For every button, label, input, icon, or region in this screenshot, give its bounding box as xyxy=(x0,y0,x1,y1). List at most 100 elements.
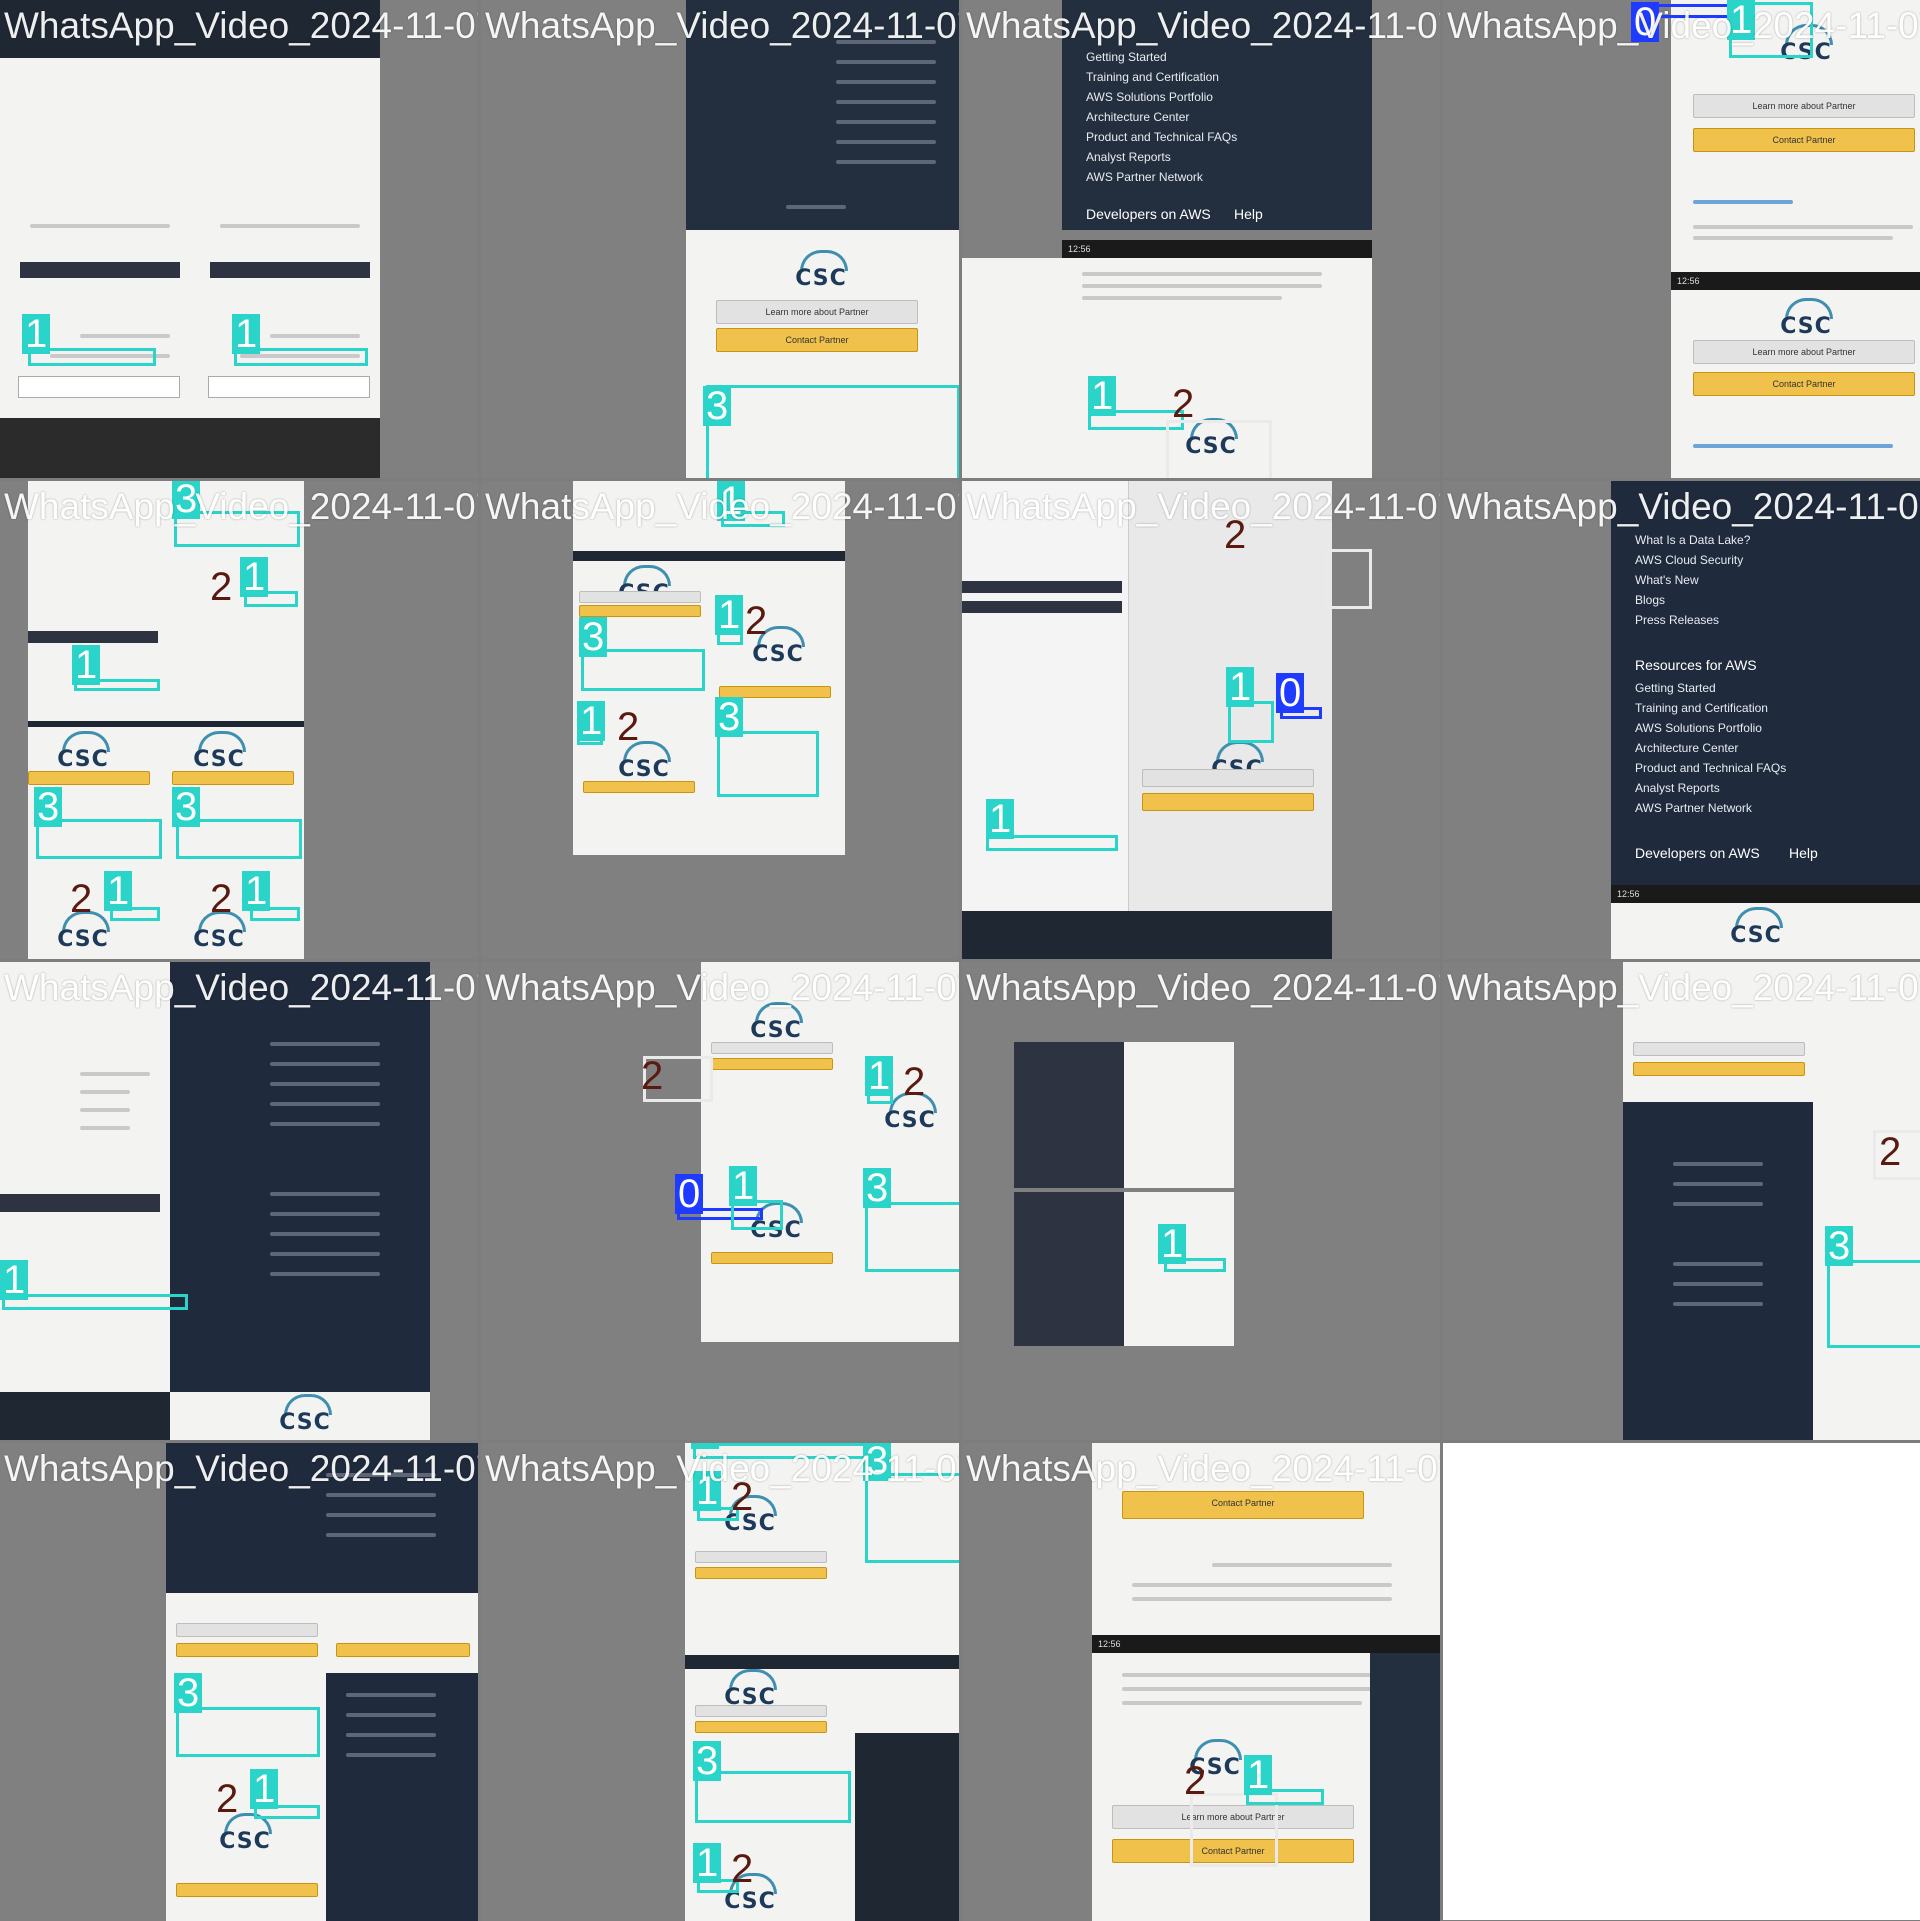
menu-developers[interactable]: Developers on AWS xyxy=(1086,206,1211,222)
partner-card-screenshot: CSC xyxy=(1611,903,1920,959)
menu-item[interactable]: Training and Certification xyxy=(1086,70,1219,84)
annotation-label-1: 1 xyxy=(1158,1224,1187,1264)
menu-item[interactable]: Training and Certification xyxy=(1635,701,1768,715)
learn-more-button[interactable] xyxy=(1633,1042,1805,1056)
thumbnail-tile-3[interactable]: WhatsApp_Video_2024-11-07_at_12.56.44_fc… xyxy=(962,0,1440,478)
contact-partner-button[interactable] xyxy=(28,771,150,785)
tile-title: WhatsApp_Video_2024-11-07_at_12.56.44_fc xyxy=(966,486,1440,527)
annotation-label-1: 1 xyxy=(693,1843,722,1883)
thumbnail-tile-9[interactable]: WhatsApp_Video_2024-11-07_at_12.56.44_fc… xyxy=(0,962,478,1440)
learn-more-button[interactable] xyxy=(695,1551,827,1563)
menu-item[interactable]: What Is a Data Lake? xyxy=(1635,533,1750,547)
thumbnail-tile-6[interactable]: WhatsApp_Video_2024-11-07_at_12.56.44_fc… xyxy=(481,481,959,959)
tile-title: WhatsApp_Video_2024-11-07_at_12.56.44_fc xyxy=(1447,486,1920,527)
contact-partner-button[interactable] xyxy=(583,781,695,793)
search-results-screenshot: CSC xyxy=(962,481,1332,959)
learn-more-button[interactable] xyxy=(176,1623,318,1637)
tile-title: WhatsApp_Video_2024-11-07_at_12.56.44_fc xyxy=(485,967,959,1008)
menu-item[interactable]: AWS Cloud Security xyxy=(1635,553,1743,567)
menu-item[interactable]: Analyst Reports xyxy=(1086,150,1171,164)
contact-partner-button[interactable] xyxy=(1142,793,1314,811)
menu-item[interactable]: Product and Technical FAQs xyxy=(1635,761,1786,775)
learn-more-button[interactable] xyxy=(711,1042,833,1054)
contact-partner-button[interactable] xyxy=(711,1058,833,1070)
contact-partner-button[interactable] xyxy=(711,1252,833,1264)
annotation-label-1: 1 xyxy=(865,1056,894,1096)
contact-partner-button[interactable]: Contact Partner xyxy=(1693,128,1915,152)
menu-item[interactable]: Blogs xyxy=(1635,593,1665,607)
contact-partner-button[interactable] xyxy=(1633,1062,1805,1076)
learn-more-button[interactable] xyxy=(695,1705,827,1717)
menu-item[interactable]: AWS Partner Network xyxy=(1086,170,1203,184)
thumbnail-tile-8[interactable]: WhatsApp_Video_2024-11-07_at_12.56.44_fc… xyxy=(1443,481,1920,959)
annotation-label-2: 2 xyxy=(617,705,640,749)
contact-partner-button[interactable] xyxy=(695,1567,827,1579)
learn-more-button[interactable] xyxy=(1142,769,1314,787)
annotation-label-1: 1 xyxy=(577,701,606,741)
menu-help[interactable]: Help xyxy=(1234,206,1263,222)
annotation-label-3: 3 xyxy=(174,1673,203,1713)
thumbnail-tile-2[interactable]: WhatsApp_Video_2024-11-07_at_12.56.44_fc… xyxy=(481,0,959,478)
status-bar: 12:56 xyxy=(1611,885,1920,903)
contact-partner-button[interactable] xyxy=(172,771,294,785)
menu-item[interactable]: AWS Partner Network xyxy=(1635,801,1752,815)
learn-more-button[interactable]: Learn more about Partner xyxy=(716,300,918,324)
csc-logo: CSC xyxy=(48,731,118,775)
annotation-label-2: 2 xyxy=(641,1054,664,1098)
annotation-box-3 xyxy=(706,385,959,478)
annotation-label-1: 1 xyxy=(986,799,1015,839)
thumbnail-tile-15[interactable]: WhatsApp_Video_2024-11-07_at_12.56.44_fc… xyxy=(962,1443,1440,1921)
tile-title: WhatsApp_Video_2024-11-07_at_12.56.44_fc xyxy=(966,1448,1440,1489)
menu-developers[interactable]: Developers on AWS xyxy=(1635,845,1760,861)
contact-partner-button[interactable] xyxy=(336,1643,470,1657)
menu-item[interactable]: Press Releases xyxy=(1635,613,1719,627)
thumbnail-tile-12[interactable]: WhatsApp_Video_2024-11-07_at_12.56.44_fc… xyxy=(1443,962,1920,1440)
contact-partner-button[interactable]: Contact Partner xyxy=(1693,372,1915,396)
learn-more-button[interactable]: Learn more about Partner xyxy=(1693,94,1915,118)
menu-item[interactable]: Getting Started xyxy=(1635,681,1716,695)
annotation-label-1: 1 xyxy=(232,314,261,354)
thumbnail-tile-1[interactable]: WhatsApp_Video_2024-11-07_at_12.56.44_fc… xyxy=(0,0,478,478)
search-results-screenshot xyxy=(0,962,170,1440)
menu-item[interactable]: AWS Solutions Portfolio xyxy=(1635,721,1762,735)
menu-item[interactable]: Product and Technical FAQs xyxy=(1086,130,1237,144)
empty-grid-cell xyxy=(1443,1443,1920,1920)
contact-partner-button[interactable] xyxy=(176,1643,318,1657)
status-bar: 12:56 xyxy=(1092,1635,1440,1653)
menu-item[interactable]: Getting Started xyxy=(1086,50,1167,64)
annotation-box-3 xyxy=(717,731,819,797)
thumbnail-tile-5[interactable]: WhatsApp_Video_2024-11-07_at_12.56.44_fc… xyxy=(0,481,478,959)
contact-partner-button[interactable] xyxy=(695,1721,827,1733)
menu-item[interactable]: Architecture Center xyxy=(1635,741,1738,755)
contact-partner-button[interactable] xyxy=(176,1883,318,1897)
thumbnail-tile-13[interactable]: WhatsApp_Video_2024-11-07_at_12.56.44_fc… xyxy=(0,1443,478,1921)
thumbnail-tile-11[interactable]: WhatsApp_Video_2024-11-07_at_12.56.44_fc… xyxy=(962,962,1440,1440)
csc-logo: CSC xyxy=(1721,907,1791,951)
thumbnail-tile-14[interactable]: WhatsApp_Video_2024-11-07_at_12.56.44_fc… xyxy=(481,1443,959,1921)
thumbnail-tile-10[interactable]: WhatsApp_Video_2024-11-07_at_12.56.44_fc… xyxy=(481,962,959,1440)
menu-heading: Resources for AWS xyxy=(1635,657,1757,673)
annotation-label-1: 1 xyxy=(1088,376,1117,416)
menu-help[interactable]: Help xyxy=(1789,845,1818,861)
annotation-label-1: 1 xyxy=(250,1769,279,1809)
thumbnail-tile-4[interactable]: WhatsApp_Video_2024-11-07_at_12.56.44_fc… xyxy=(1443,0,1920,478)
annotation-label-2: 2 xyxy=(903,1060,926,1104)
annotation-label-1: 1 xyxy=(1226,667,1255,707)
menu-item[interactable]: Architecture Center xyxy=(1086,110,1189,124)
annotation-label-1: 1 xyxy=(240,557,269,597)
annotation-label-1: 1 xyxy=(22,314,51,354)
thumbnail-tile-7[interactable]: WhatsApp_Video_2024-11-07_at_12.56.44_fc… xyxy=(962,481,1440,959)
tile-title: WhatsApp_Video_2024-11-07_at_12.56.44_fc xyxy=(1447,5,1920,46)
search-results-screenshot xyxy=(0,0,380,478)
annotation-box-2 xyxy=(1326,549,1372,609)
annotation-label-0: 0 xyxy=(1276,673,1305,713)
aws-menu-screenshot xyxy=(326,1673,478,1921)
contact-partner-button[interactable]: Contact Partner xyxy=(1122,1491,1364,1519)
menu-item[interactable]: AWS Solutions Portfolio xyxy=(1086,90,1213,104)
learn-more-button[interactable]: Learn more about Partner xyxy=(1693,340,1915,364)
menu-item[interactable]: What's New xyxy=(1635,573,1699,587)
tile-title: WhatsApp_Video_2024-11-07_at_12.56.44_fc xyxy=(485,1448,959,1489)
learn-more-button[interactable] xyxy=(579,591,701,603)
contact-partner-button[interactable]: Contact Partner xyxy=(716,328,918,352)
menu-item[interactable]: Analyst Reports xyxy=(1635,781,1720,795)
